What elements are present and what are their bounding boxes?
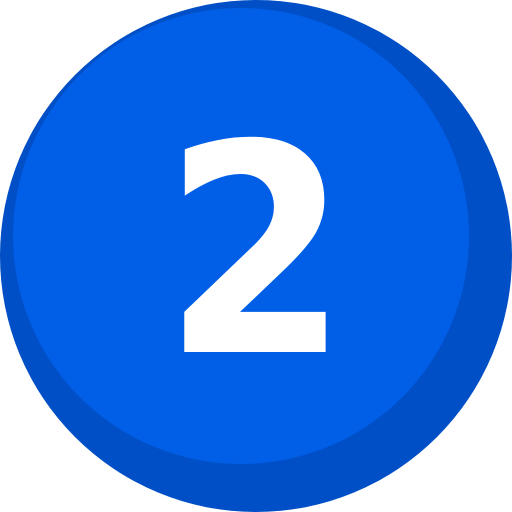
badge-number: 2 [163,84,349,421]
number-two-circle-icon: 2 [0,0,512,512]
